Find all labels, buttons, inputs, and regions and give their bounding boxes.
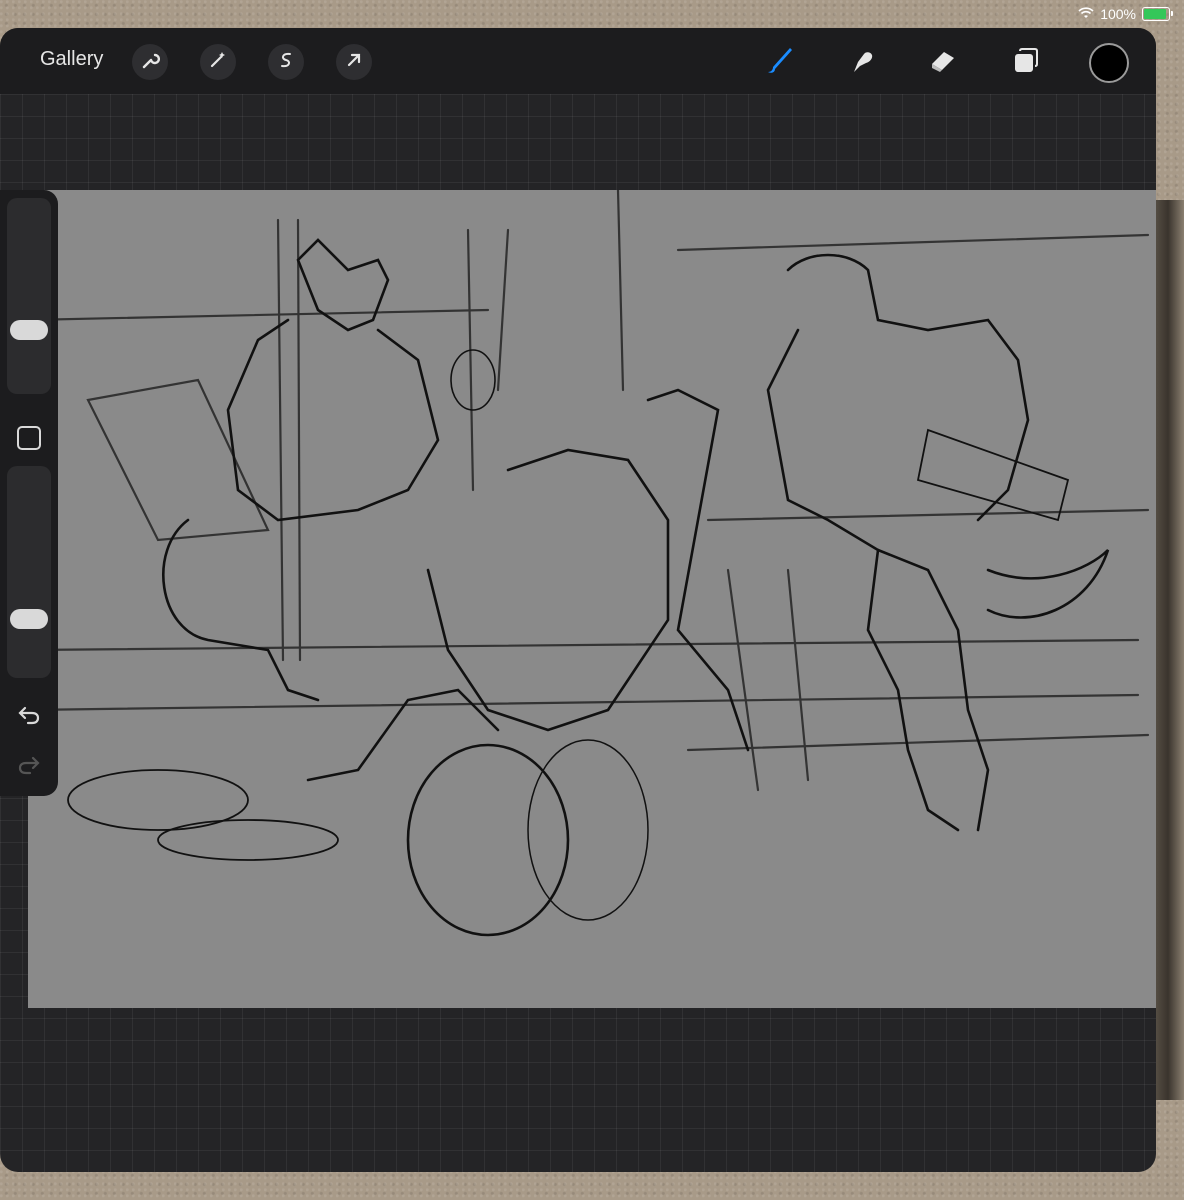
actions-button[interactable] bbox=[132, 44, 168, 80]
opacity-slider[interactable] bbox=[7, 466, 51, 678]
layers-icon bbox=[1011, 45, 1041, 80]
wrench-icon bbox=[140, 50, 161, 75]
eraser-button[interactable] bbox=[924, 42, 964, 82]
opacity-thumb[interactable] bbox=[10, 608, 48, 629]
redo-button[interactable] bbox=[14, 752, 44, 782]
brush-size-slider[interactable] bbox=[7, 198, 51, 394]
drawing-canvas[interactable] bbox=[28, 190, 1156, 1008]
modify-button[interactable] bbox=[17, 426, 41, 450]
transform-arrow-icon bbox=[344, 50, 364, 75]
brush-size-thumb[interactable] bbox=[10, 320, 48, 340]
undo-button[interactable] bbox=[14, 702, 44, 732]
top-toolbar: Gallery bbox=[0, 28, 1156, 94]
battery-percent: 100% bbox=[1100, 6, 1136, 22]
transform-button[interactable] bbox=[336, 44, 372, 80]
selection-button[interactable] bbox=[268, 44, 304, 80]
left-sidebar bbox=[0, 190, 58, 796]
selection-icon bbox=[276, 50, 296, 75]
battery-icon bbox=[1142, 7, 1173, 21]
magic-wand-icon bbox=[208, 50, 228, 75]
redo-icon bbox=[17, 755, 41, 780]
battery-level-fill bbox=[1144, 9, 1166, 19]
brush-icon bbox=[762, 42, 798, 83]
layers-button[interactable] bbox=[1006, 42, 1046, 82]
color-picker-button[interactable] bbox=[1089, 43, 1129, 83]
procreate-screen: Gallery bbox=[0, 28, 1156, 1172]
adjustments-button[interactable] bbox=[200, 44, 236, 80]
wifi-icon bbox=[1078, 6, 1094, 22]
brush-button[interactable] bbox=[760, 42, 800, 82]
eraser-icon bbox=[928, 44, 960, 81]
smudge-button[interactable] bbox=[842, 42, 882, 82]
gallery-button[interactable]: Gallery bbox=[40, 48, 103, 71]
undo-icon bbox=[17, 705, 41, 730]
sketch-artwork bbox=[28, 190, 1150, 937]
smudge-icon bbox=[846, 44, 878, 81]
status-bar: 100% bbox=[1078, 0, 1184, 28]
